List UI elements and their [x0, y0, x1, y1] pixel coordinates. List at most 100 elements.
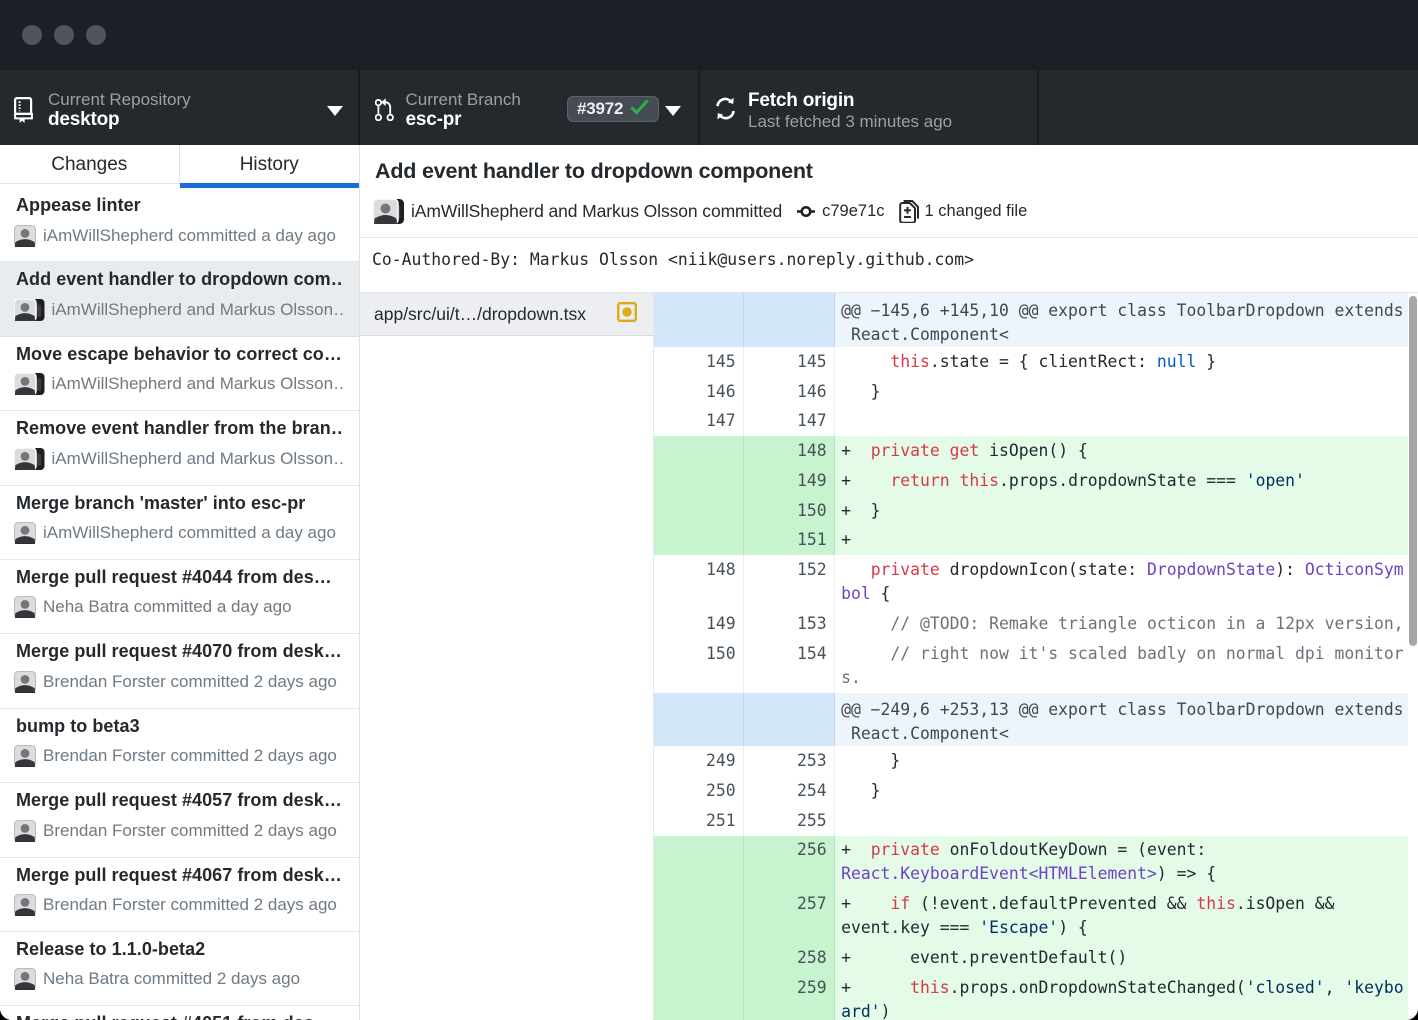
branch-dropdown-button[interactable]: Current Branch esc-pr #3972: [360, 70, 700, 145]
code-token: 'Escape': [979, 918, 1058, 937]
code-token: }: [841, 781, 880, 800]
commit-sha[interactable]: c79e71c: [822, 202, 884, 221]
commit-item-byline-row: Neha Batra committed 2 days ago: [16, 968, 343, 991]
new-line-number: 145: [744, 347, 835, 377]
file-path: app/src/ui/t…/dropdown.tsx: [374, 304, 617, 325]
diff-code-visual-line: }: [841, 749, 1408, 773]
commit-item-title: Remove event handler from the bran…: [16, 418, 343, 439]
avatar: [14, 671, 36, 693]
commit-header: Add event handler to dropdown component …: [360, 145, 1418, 224]
diff-code-line: // @TODO: Remake triangle octicon in a 1…: [835, 609, 1408, 639]
commit-list-item[interactable]: Add event handler to dropdown com…iAmWil…: [0, 262, 359, 336]
old-line-number: 145: [654, 347, 743, 377]
diff-code-visual-line: React.KeyboardEvent<HTMLElement>) => {: [841, 862, 1408, 886]
commit-list-item[interactable]: Remove event handler from the bran… iAmWi…: [0, 411, 359, 485]
diff-added-row: 258+ event.preventDefault(): [654, 943, 1408, 973]
commit-item-meta: Brendan Forster committed 2 days ago: [43, 746, 337, 766]
avatar: [14, 968, 36, 990]
code-token: ard': [841, 1002, 880, 1020]
tab-changes[interactable]: Changes: [0, 145, 180, 184]
commit-list-item[interactable]: Appease linteriAmWillShepherd committed …: [0, 188, 359, 262]
titlebar: [0, 0, 1418, 70]
code-token: isOpen() {: [979, 441, 1088, 460]
repo-icon: [14, 97, 33, 123]
code-token: ) => {: [1157, 864, 1216, 883]
branch-name: esc-pr: [406, 109, 521, 131]
commit-list-item[interactable]: Move escape behavior to correct co…iAmWi…: [0, 337, 359, 411]
diff-added-row: 149+ return this.props.dropdownState ===…: [654, 466, 1408, 496]
repository-dropdown-button[interactable]: Current Repository desktop: [0, 70, 360, 145]
code-token: .state = { clientRect:: [930, 352, 1157, 371]
old-line-number: [654, 889, 743, 943]
code-token: @@ −249,6 +253,13 @@ export class Toolba…: [841, 700, 1403, 719]
old-line-number: 249: [654, 746, 743, 776]
app-window: Current Repository desktop Current Branc…: [0, 0, 1418, 1020]
commit-list-item[interactable]: Merge pull request #4067 from desk…Brend…: [0, 858, 359, 932]
new-line-number: [744, 293, 835, 347]
commit-list-item[interactable]: Merge branch 'master' into esc-priAmWill…: [0, 486, 359, 560]
tab-history[interactable]: History: [180, 145, 360, 184]
diff-code-visual-line: + }: [841, 499, 1408, 523]
zoom-window-button[interactable]: [86, 25, 106, 45]
branch-text-group: Current Branch esc-pr: [406, 90, 521, 131]
commit-item-byline-row: iAmWillShepherd committed a day ago: [16, 224, 343, 247]
commit-item-byline-row: iAmWillShepherd and Markus Olsson…: [16, 447, 343, 470]
commit-item-meta: Brendan Forster committed 2 days ago: [43, 821, 337, 841]
commit-list-item[interactable]: Merge pull request #4070 from desk…Brend…: [0, 634, 359, 708]
commit-list-item[interactable]: Release to 1.1.0-beta2 Neha Batra committ…: [0, 932, 359, 1006]
commit-item-meta: iAmWillShepherd committed a day ago: [43, 226, 336, 246]
diff-code-line: + if (!event.defaultPrevented && this.is…: [835, 889, 1408, 943]
scrollbar-thumb[interactable]: [1409, 296, 1417, 646]
repository-name: desktop: [48, 109, 191, 131]
avatar: [14, 299, 45, 321]
commit-item-byline-row: Brendan Forster committed 2 days ago: [16, 894, 343, 917]
diff-hunk-row: @@ −249,6 +253,13 @@ export class Toolba…: [654, 693, 1408, 747]
diff-code-line: + private onFoldoutKeyDown = (event: Rea…: [835, 836, 1408, 890]
diff-code-line: + event.preventDefault(): [835, 943, 1408, 973]
code-token: [940, 441, 950, 460]
chevron-down-icon: [327, 106, 343, 116]
commit-item-meta: Brendan Forster committed 2 days ago: [43, 672, 337, 692]
commit-list-item[interactable]: Merge pull request #4057 from desk…Brend…: [0, 783, 359, 857]
code-token: [841, 411, 851, 430]
code-token: }: [841, 751, 900, 770]
code-token: ,: [1325, 978, 1345, 997]
diff-code-visual-line: // @TODO: Remake triangle octicon in a 1…: [841, 612, 1408, 636]
toolbar-spacer: [1039, 70, 1418, 145]
commit-item-title: Release to 1.1.0-beta2: [16, 939, 343, 960]
commit-list-item[interactable]: Merge pull request #4044 from des…Neha B…: [0, 560, 359, 634]
diff-code-line: + this.props.onDropdownStateChanged('clo…: [835, 973, 1408, 1020]
diff-view: @@ −145,6 +145,10 @@ export class Toolba…: [654, 293, 1418, 1020]
commit-item-meta: iAmWillShepherd and Markus Olsson…: [52, 374, 344, 394]
new-line-number: 152: [744, 555, 835, 609]
commit-list-item[interactable]: bump to beta3Brendan Forster committed 2…: [0, 709, 359, 783]
commit-title: Add event handler to dropdown component: [375, 159, 1418, 183]
diff-context-row: 145145 this.state = { clientRect: null }: [654, 347, 1408, 377]
code-token: .props.dropdownState ===: [999, 471, 1246, 490]
new-line-number: 259: [744, 973, 835, 1020]
old-line-number: 148: [654, 555, 743, 609]
new-line-number: 255: [744, 806, 835, 836]
old-line-number: [654, 466, 743, 496]
diff-code-visual-line: [841, 409, 1408, 433]
repository-text-group: Current Repository desktop: [48, 90, 191, 131]
new-line-number: 154: [744, 639, 835, 693]
minimize-window-button[interactable]: [54, 25, 74, 45]
code-token: +: [841, 894, 890, 913]
avatar: [14, 820, 36, 842]
old-line-number: 250: [654, 776, 743, 806]
code-token: // right now it's scaled badly on normal…: [841, 644, 1403, 663]
file-list-item[interactable]: app/src/ui/t…/dropdown.tsx: [360, 293, 653, 336]
code-token: onFoldoutKeyDown = (event:: [940, 840, 1216, 859]
diff-code-visual-line: + return this.props.dropdownState === 'o…: [841, 469, 1408, 493]
diff-added-row: 150+ }: [654, 496, 1408, 526]
new-line-number: 146: [744, 377, 835, 407]
commit-item-byline-row: Brendan Forster committed 2 days ago: [16, 670, 343, 693]
fetch-origin-button[interactable]: Fetch origin Last fetched 3 minutes ago: [700, 70, 1039, 145]
diff-code-line: this.state = { clientRect: null }: [835, 347, 1408, 377]
diff-context-row: 147147: [654, 406, 1408, 436]
commit-list-item[interactable]: Merge pull request #4051 from des…: [0, 1006, 359, 1020]
code-token: }: [1196, 352, 1216, 371]
commit-item-title: Merge branch 'master' into esc-pr: [16, 493, 343, 514]
close-window-button[interactable]: [22, 25, 42, 45]
